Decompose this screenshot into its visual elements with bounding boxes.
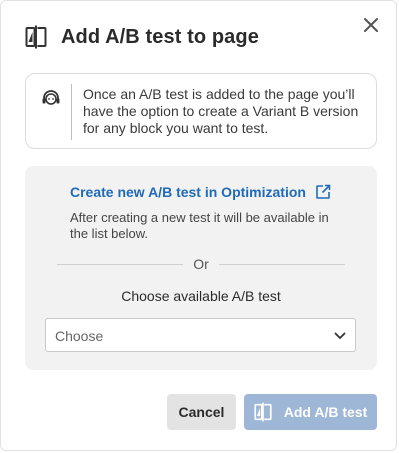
choose-label: Choose available A/B test [121, 288, 281, 304]
add-ab-test-button[interactable]: Add A/B test [244, 394, 377, 430]
info-text: Once an A/B test is added to the page yo… [83, 86, 359, 136]
info-divider [71, 84, 72, 140]
dialog-header: Add A/B test to page [25, 23, 259, 51]
close-button[interactable] [360, 14, 382, 36]
ab-split-icon [25, 25, 47, 49]
ab-test-select[interactable]: Choose [45, 318, 356, 352]
or-line-right [219, 264, 345, 265]
create-ab-test-link[interactable]: Create new A/B test in Optimization [70, 184, 306, 200]
select-value: Choose [55, 328, 104, 344]
close-icon [364, 18, 378, 32]
ab-split-icon [254, 402, 272, 422]
add-ab-test-label: Add A/B test [283, 404, 368, 420]
external-link-icon[interactable] [315, 184, 331, 200]
ab-test-panel: Create new A/B test in Optimization Afte… [25, 166, 377, 370]
or-separator: Or [57, 256, 345, 272]
add-ab-test-dialog: Add A/B test to page Once an A/B test is… [0, 0, 397, 451]
cancel-button[interactable]: Cancel [167, 394, 236, 430]
dialog-title: Add A/B test to page [61, 25, 259, 48]
chevron-down-icon [334, 332, 346, 339]
support-agent-icon [42, 90, 60, 105]
info-box: Once an A/B test is added to the page yo… [25, 73, 377, 149]
help-text: After creating a new test it will be ava… [70, 210, 329, 241]
